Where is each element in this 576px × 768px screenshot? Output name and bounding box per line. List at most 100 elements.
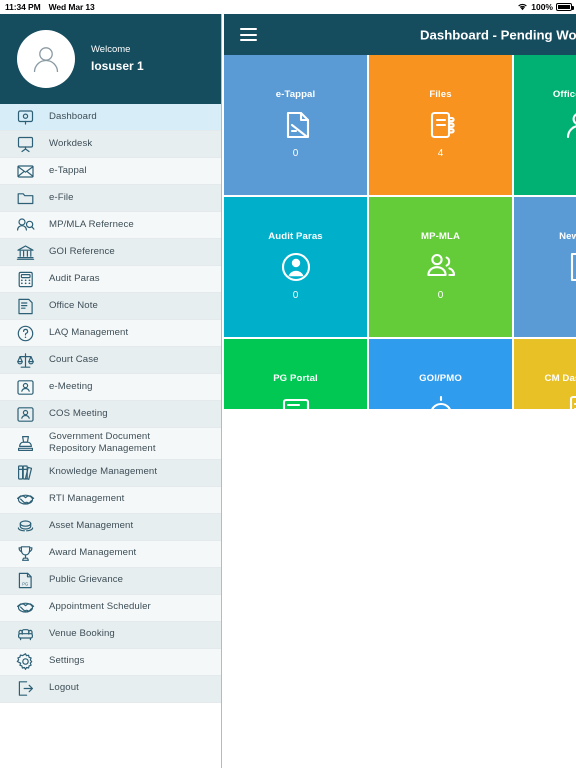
sidebar-item-cos-meeting[interactable]: COS Meeting <box>0 401 221 428</box>
pg-portal-icon <box>280 392 312 409</box>
sidebar-menu: Dashboard Workdesk e-Tappal e-File MP/MLA Re… <box>0 104 221 703</box>
pg-document-icon: PG <box>18 572 32 589</box>
sidebar-item-workdesk[interactable]: Workdesk <box>0 131 221 158</box>
sofa-icon <box>14 625 36 645</box>
sidebar-item-e-meeting[interactable]: e-Meeting <box>0 374 221 401</box>
tile-label: Office Note <box>552 89 576 100</box>
tile-goi-pmo[interactable]: GOI/PMO <box>369 339 512 409</box>
bank-icon <box>16 244 34 260</box>
file-book-icon <box>430 111 455 139</box>
people-group-icon <box>426 253 455 277</box>
sidebar-item-label: Appointment Scheduler <box>49 601 151 613</box>
sidebar-item-goi-reference[interactable]: GOI Reference <box>0 239 221 266</box>
sidebar-item-label: Office Note <box>49 299 98 311</box>
sidebar-item-label: COS Meeting <box>49 407 108 419</box>
sidebar-item-logout[interactable]: Logout <box>0 675 221 703</box>
workdesk-icon <box>17 136 33 152</box>
sidebar-item-label: e-Tappal <box>49 164 87 176</box>
sidebar-item-court-case[interactable]: Court Case <box>0 347 221 374</box>
tappal-page-icon <box>280 108 312 142</box>
folder-icon <box>14 188 36 208</box>
sidebar-item-government-document-repository-management[interactable]: Government Document Repository Managemen… <box>0 428 221 460</box>
sidebar-item-rti-management[interactable]: RTI Management <box>0 486 221 514</box>
sidebar-item-label: Knowledge Management <box>49 466 158 478</box>
tile-cm-dashboard[interactable]: CM Dashboard <box>514 339 576 409</box>
avatar <box>17 30 75 88</box>
battery-percent: 100% <box>531 2 553 12</box>
tile-office-note[interactable]: Office Note <box>514 55 576 195</box>
profile-text: Welcome Iosuser 1 <box>91 44 144 74</box>
office-note-icon <box>566 113 576 139</box>
tile-count: 0 <box>437 290 444 301</box>
tile-pg-portal[interactable]: PG Portal <box>224 339 367 409</box>
sidebar-item-asset-management[interactable]: Asset Management <box>0 513 221 541</box>
sidebar-item-dashboard[interactable]: Dashboard <box>0 104 221 131</box>
books-icon <box>14 463 36 483</box>
tile-label: MP-MLA <box>421 231 460 242</box>
sidebar-item-label: Settings <box>49 655 85 667</box>
sidebar-item-label: e-Meeting <box>49 380 93 392</box>
dashboard-icon <box>14 107 36 127</box>
sidebar-item-label: Dashboard <box>49 110 97 122</box>
sidebar-profile: Welcome Iosuser 1 <box>0 14 221 104</box>
people-group-icon <box>425 250 457 284</box>
status-bar: 11:34 PM Wed Mar 13 100% <box>0 0 576 14</box>
tappal-page-icon <box>286 111 309 139</box>
tile-new-file[interactable]: New File <box>514 197 576 337</box>
sidebar-item-appointment-scheduler[interactable]: Appointment Scheduler <box>0 594 221 622</box>
presentation-icon <box>16 406 34 422</box>
sidebar-item-venue-booking[interactable]: Venue Booking <box>0 621 221 649</box>
sidebar-item-public-grievance[interactable]: PG Public Grievance <box>0 567 221 595</box>
stamp-icon <box>17 435 33 451</box>
sidebar-item-label: Award Management <box>49 547 137 559</box>
svg-text:PG: PG <box>22 581 28 586</box>
presentation-icon <box>14 404 36 424</box>
gear-icon <box>14 652 36 672</box>
welcome-label: Welcome <box>91 44 131 56</box>
sidebar-item-office-note[interactable]: Office Note <box>0 293 221 320</box>
app-header: Dashboard - Pending Work <box>224 14 576 55</box>
logout-icon <box>14 679 36 699</box>
new-file-icon <box>563 250 576 284</box>
tile-e-tappal[interactable]: e-Tappal 0 <box>224 55 367 195</box>
bank-icon <box>14 242 36 262</box>
sidebar-item-settings[interactable]: Settings <box>0 648 221 676</box>
coins-icon <box>17 520 33 532</box>
question-circle-icon <box>14 323 36 343</box>
sidebar-item-laq-management[interactable]: LAQ Management <box>0 320 221 347</box>
sidebar-item-audit-paras[interactable]: Audit Paras <box>0 266 221 293</box>
sidebar-item-e-file[interactable]: e-File <box>0 185 221 212</box>
tile-row: Audit Paras 0 MP-MLA 0 New File <box>224 197 576 337</box>
calculator-icon <box>14 269 36 289</box>
handshake-icon <box>16 494 34 505</box>
tile-audit-paras[interactable]: Audit Paras 0 <box>224 197 367 337</box>
sidebar-item-label: Venue Booking <box>49 628 115 640</box>
sidebar-item-label: Audit Paras <box>49 272 100 284</box>
presentation-icon <box>16 379 34 395</box>
workdesk-icon <box>14 134 36 154</box>
sidebar-item-e-tappal[interactable]: e-Tappal <box>0 158 221 185</box>
status-time: 11:34 PM <box>5 2 41 12</box>
tile-count: 0 <box>292 148 299 159</box>
tile-label: CM Dashboard <box>544 373 576 384</box>
tile-files[interactable]: Files 4 <box>369 55 512 195</box>
tile-mp-mla[interactable]: MP-MLA 0 <box>369 197 512 337</box>
new-file-icon <box>570 252 576 282</box>
office-note-icon <box>563 108 576 142</box>
sidebar-item-mp-mla-refernece[interactable]: MP/MLA Refernece <box>0 212 221 239</box>
handshake-icon <box>14 598 36 618</box>
tile-count: 0 <box>292 290 299 301</box>
status-date: Wed Mar 13 <box>48 2 95 12</box>
tile-label: PG Portal <box>273 373 318 384</box>
sidebar-item-award-management[interactable]: Award Management <box>0 540 221 568</box>
hamburger-menu-icon[interactable] <box>240 28 257 41</box>
sidebar-item-label: Asset Management <box>49 520 134 532</box>
sidebar-item-knowledge-management[interactable]: Knowledge Management <box>0 459 221 487</box>
note-icon <box>14 296 36 316</box>
person-circle-icon <box>280 250 312 284</box>
trophy-icon <box>18 546 32 561</box>
pg-portal-icon <box>282 398 309 409</box>
user-name: Iosuser 1 <box>91 58 144 73</box>
tile-label: Audit Paras <box>268 231 323 242</box>
people-search-icon <box>14 215 36 235</box>
